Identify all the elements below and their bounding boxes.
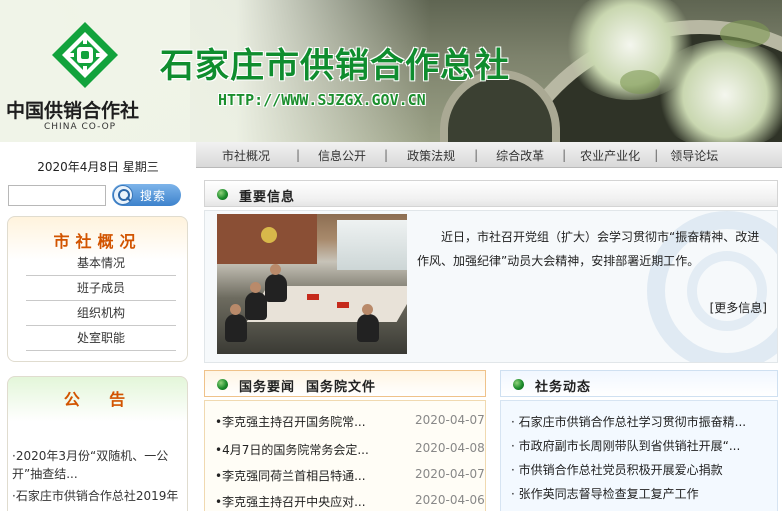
logo-chinese-text: 中国供销合作社 [6,100,140,122]
green-bullet-icon [217,379,228,390]
site-banner: 中国供销合作社 CHINA CO-OP 石家庄市供销合作总社 HTTP://WW… [0,0,782,142]
photo-head [362,304,373,315]
photo-nameplate [307,294,319,300]
news-title: · 石家庄市供销合作总社学习贯彻市振奋精... [511,415,747,429]
news-title: •李克强主持召开国务院常... [215,415,366,429]
search-input[interactable] [8,185,106,206]
news-date: 2020-04-08 [415,441,485,455]
foliage [620,70,660,94]
list-item[interactable]: · 张作英同志督导检查复工复产工作 [511,485,771,505]
search-button[interactable]: 搜索 [112,184,181,206]
overview-item-department-duties[interactable]: 处室职能 [26,326,176,351]
nav-item-reform[interactable]: 综合改革 [478,147,562,164]
notice-title: 公 告 [63,390,132,409]
gov-news-list: •李克强主持召开国务院常... 2020-04-07 •4月7日的国务院常务会定… [204,400,486,511]
photo-person [265,274,287,302]
list-item[interactable]: •4月7日的国务院常务会定... 2020-04-08 [215,441,485,461]
meeting-photo[interactable] [217,214,407,354]
photo-head [250,282,261,293]
overview-title: 市社概况 [53,232,142,251]
photo-head [230,304,241,315]
overview-item-basic-info[interactable]: 基本情况 [26,251,176,276]
news-date: 2020-04-06 [415,493,485,507]
news-date: 2020-04-07 [415,467,485,481]
social-news-list: · 石家庄市供销合作总社学习贯彻市振奋精... · 市政府副市长周刚带队到省供销… [500,400,778,511]
foliage [720,20,770,48]
site-title: 石家庄市供销合作总社 [160,46,510,86]
nav-item-info-disclosure[interactable]: 信息公开 [300,147,384,164]
nav-items: 市社概况 | 信息公开 | 政策法规 | 综合改革 | 农业产业化 | 领导论坛 [196,142,730,168]
important-info-text[interactable]: 近日，市社召开党组（扩大）会学习贯彻市“振奋精神、改进作风、加强纪律”动员大会精… [417,225,771,273]
green-bullet-icon [217,189,228,200]
nav-item-leader-forum[interactable]: 领导论坛 [658,147,730,164]
current-date: 2020年4月8日 星期三 [37,160,159,174]
notice-item[interactable]: ·2020年3月份“双随机、一公开”抽查结... [12,447,188,483]
list-item[interactable]: •李克强主持召开中央应对... 2020-04-06 [215,493,485,511]
overview-item-leadership[interactable]: 班子成员 [26,276,176,301]
more-info-link[interactable]: [更多信息] [710,299,767,316]
important-info-body: 近日，市社召开党组（扩大）会学习贯彻市“振奋精神、改进作风、加强纪律”动员大会精… [204,210,778,363]
overview-panel: 市社概况 基本情况 班子成员 组织机构 处室职能 [7,216,188,362]
photo-nameplate [337,302,349,308]
nav-item-agriculture[interactable]: 农业产业化 [566,147,654,164]
news-title: •李克强主持召开中央应对... [215,495,366,509]
gov-news-title[interactable]: 国务要闻 国务院文件 [239,376,376,395]
left-sidebar: 2020年4月8日 星期三 搜索 市社概况 基本情况 班子成员 组织机构 处室职… [0,142,196,511]
logo-english-text: CHINA CO-OP [44,122,117,132]
china-coop-logo-icon [52,22,118,88]
list-item[interactable]: •李克强主持召开国务院常... 2020-04-07 [215,413,485,433]
list-item[interactable]: · 市政府副市长周刚带队到省供销社开展“... [511,437,771,457]
nav-item-policy[interactable]: 政策法规 [388,147,474,164]
notice-panel: 公 告 ·2020年3月份“双随机、一公开”抽查结... ·石家庄市供销合作总社… [7,376,188,511]
nav-item-overview[interactable]: 市社概况 [196,147,296,164]
notice-item[interactable]: ·石家庄市供销合作总社2019年 [12,487,188,505]
photo-person [245,292,267,320]
search-button-label: 搜索 [140,189,167,203]
news-title: · 市政府副市长周刚带队到省供销社开展“... [511,439,741,453]
list-item[interactable]: · 石家庄市供销合作总社学习贯彻市振奋精... [511,413,771,433]
overview-item-organization[interactable]: 组织机构 [26,301,176,326]
important-info-header: 重要信息 [204,180,778,207]
news-title: · 张作英同志督导检查复工复产工作 [511,487,699,501]
main-nav: 市社概况 | 信息公开 | 政策法规 | 综合改革 | 农业产业化 | 领导论坛 [196,142,782,168]
important-info-title: 重要信息 [239,190,296,205]
photo-person [225,314,247,342]
news-title: •李克强同荷兰首相吕特通... [215,469,366,483]
gov-news-header: 国务要闻 国务院文件 [204,370,486,397]
news-title: •4月7日的国务院常务会定... [215,443,369,457]
photo-window [337,220,407,270]
overview-list: 基本情况 班子成员 组织机构 处室职能 [26,251,176,351]
news-date: 2020-04-07 [415,413,485,427]
list-item[interactable]: •李克强同荷兰首相吕特通... 2020-04-07 [215,467,485,487]
search-icon [113,185,133,205]
photo-person [357,314,379,342]
photo-head [270,264,281,275]
social-news-header: 社务动态 [500,370,778,397]
news-title: · 市供销合作总社党员积极开展爱心捐款 [511,463,723,477]
photo-emblem [261,227,277,243]
list-item[interactable]: · 市供销合作总社党员积极开展爱心捐款 [511,461,771,481]
notice-list: ·2020年3月份“双随机、一公开”抽查结... ·石家庄市供销合作总社2019… [12,447,188,509]
green-bullet-icon [513,379,524,390]
social-news-title[interactable]: 社务动态 [535,376,591,395]
site-url: HTTP://WWW.SJZGX.GOV.CN [218,91,426,109]
